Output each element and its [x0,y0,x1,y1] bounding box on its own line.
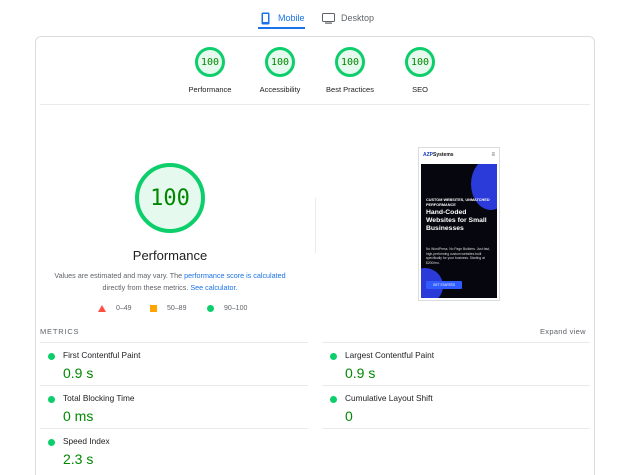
tab-mobile-label: Mobile [278,13,305,23]
metric-name: First Contentful Paint [63,350,141,360]
best-practices-score-gauge[interactable]: 100 [335,47,365,77]
calculator-link[interactable]: See calculator. [190,283,237,292]
legend-pass: 90–100 [207,305,247,312]
desc-text-2: directly from these metrics. [102,282,191,292]
site-logo: AZPSystems [423,152,454,158]
legend-average: 50–89 [150,305,186,312]
metric-name: Largest Contentful Paint [345,350,435,360]
pass-indicator-icon [48,439,55,446]
performance-score-link[interactable]: performance score is calculated [184,271,285,280]
metric-name: Total Blocking Time [63,393,135,403]
smartphone-icon [258,11,272,25]
legend-fail-range: 0–49 [116,305,132,312]
square-icon [150,305,157,312]
hero-headline: Hand-Coded Websites for Small Businesses [426,209,487,232]
legend-fail: 0–49 [98,305,132,312]
metric-value: 0.9 s [63,365,94,381]
pass-indicator-icon [330,353,337,360]
metric-value: 0 ms [63,408,94,424]
hamburger-menu-icon: ≡ [491,152,495,158]
metric-value: 0 [345,408,353,424]
performance-main-score: 100 [150,185,190,211]
hero-body: No WordPress. No Page Builders. Just fas… [426,247,490,265]
seo-label: SEO [412,85,428,94]
pass-indicator-icon [48,353,55,360]
performance-title: Performance [132,248,208,263]
hero-cta-button: GET STARTED [426,281,462,289]
metric-divider [40,428,308,429]
accessibility-score: 100 [270,56,290,68]
site-hero: CUSTOM WEBSITES, UNMATCHED PERFORMANCE H… [421,164,497,298]
vertical-divider [315,198,316,253]
pass-indicator-icon [48,396,55,403]
device-tabs: Mobile Desktop [0,0,630,30]
legend-average-range: 50–89 [167,305,187,312]
performance-main-gauge: 100 [135,163,205,233]
desc-text-1: Values are estimated and may vary. The [54,271,185,280]
performance-label: Performance [188,85,232,94]
metric-divider [322,385,590,386]
seo-score: 100 [410,56,430,68]
metric-divider [40,385,308,386]
circle-icon [207,305,214,312]
metric-value: 0.9 s [345,365,376,381]
accessibility-label: Accessibility [259,85,301,94]
metric-name: Speed Index [63,436,110,446]
pass-indicator-icon [330,396,337,403]
performance-description: Values are estimated and may vary. The p… [52,270,288,293]
tab-desktop-label: Desktop [341,13,375,23]
metric-divider [322,342,590,343]
seo-score-gauge[interactable]: 100 [405,47,435,77]
hero-tagline: CUSTOM WEBSITES, UNMATCHED PERFORMANCE [426,198,490,207]
active-tab-indicator [258,27,305,29]
triangle-icon [98,305,106,312]
tab-desktop[interactable]: Desktop [321,7,374,29]
tab-mobile[interactable]: Mobile [258,7,305,29]
metric-divider [322,428,590,429]
performance-score-gauge[interactable]: 100 [195,47,225,77]
best-practices-label: Best Practices [326,85,374,94]
accessibility-score-gauge[interactable]: 100 [265,47,295,77]
expand-view-toggle[interactable]: Expand view [540,327,586,336]
metric-name: Cumulative Layout Shift [345,393,433,403]
metric-value: 2.3 s [63,451,94,467]
metric-divider [40,342,308,343]
page-screenshot-thumbnail[interactable]: AZPSystems ≡ CUSTOM WEBSITES, UNMATCHED … [418,147,500,301]
site-header: AZPSystems ≡ [419,148,499,162]
performance-score: 100 [200,56,220,68]
divider [40,104,590,105]
legend-pass-range: 90–100 [224,305,248,312]
monitor-icon [321,11,335,25]
metrics-heading: METRICS [40,327,80,336]
best-practices-score: 100 [340,56,360,68]
